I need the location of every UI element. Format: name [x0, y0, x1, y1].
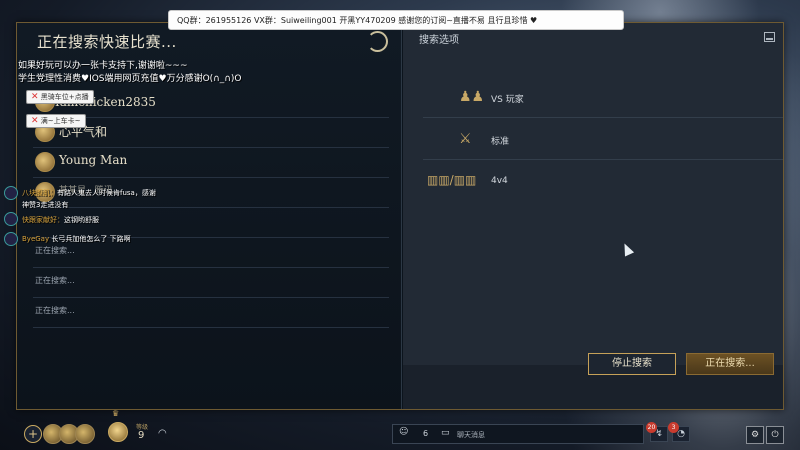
search-title: 正在搜索快速比赛... — [37, 33, 177, 51]
friends-icon[interactable]: ☺ — [399, 427, 408, 437]
stream-banner: QQ群：261955126 VX群：Suiweiling001 开黑YY4702… — [168, 10, 624, 30]
close-icon: ✕ — [31, 92, 39, 102]
option-opponent: ♟♟ VS 玩家 — [423, 79, 783, 118]
minimize-icon[interactable] — [764, 32, 775, 42]
chat-message: 快跟家献好：这钢哟舒服 — [22, 216, 99, 224]
loading-spinner-icon — [367, 31, 388, 52]
option-mode: ⚔ 标准 — [423, 121, 783, 160]
chat-avatar — [4, 212, 18, 226]
settings-button[interactable]: ⚙ — [746, 426, 764, 444]
option-label: VS 玩家 — [491, 95, 524, 105]
message-badge: 3 — [668, 422, 679, 433]
crossed-swords-icon: ⚔ — [459, 131, 472, 147]
chat-message: 神赞3走进没有 — [22, 201, 69, 209]
players-icon: ♟♟ — [459, 89, 485, 105]
chat-message: ByeGay 长弓兵加他怎么了 下路啊 — [22, 235, 131, 243]
chat-avatar — [4, 232, 18, 246]
search-options-panel: 搜索选项 ♟♟ VS 玩家 ⚔ 标准 ▥▥/▥▥ 4v4 — [403, 23, 783, 366]
party-avatar[interactable] — [75, 424, 95, 444]
notification-badge: 20 — [646, 422, 657, 433]
chat-avatar — [4, 186, 18, 200]
close-icon: ✕ — [31, 116, 39, 126]
crown-icon: ♛ — [112, 409, 120, 418]
searching-button[interactable]: 正在搜索... — [686, 353, 774, 375]
level-value: 9 — [138, 430, 145, 441]
player-name: Young Man — [59, 153, 128, 167]
overlay-thanks-line: 如果好玩可以办一张卡支持下,谢谢啦~~~ — [18, 61, 188, 71]
searching-label: 正在搜索... — [35, 276, 75, 285]
team-icon: ▥▥/▥▥ — [427, 173, 477, 187]
searching-slot: 正在搜索... — [33, 297, 389, 328]
friends-count: 6 — [423, 429, 429, 438]
searching-label: 正在搜索... — [35, 246, 75, 255]
overlay-tag: ✕ 黑骑车位+点播 — [26, 90, 94, 104]
option-team-size: ▥▥/▥▥ 4v4 — [423, 163, 783, 201]
overlay-tag: ✕ 满~上车卡~ — [26, 114, 86, 128]
connection-icon: ◠ — [158, 428, 167, 439]
search-options-title: 搜索选项 — [419, 35, 459, 46]
social-bar[interactable]: ☺ 6 ▭ 聊天消息 — [392, 424, 644, 444]
player-avatar — [35, 152, 55, 172]
option-label: 标准 — [491, 137, 510, 147]
chat-input[interactable]: 聊天消息 — [457, 430, 485, 440]
option-label: 4v4 — [491, 176, 508, 186]
searching-slot: 正在搜索... — [33, 267, 389, 298]
searching-label: 正在搜索... — [35, 306, 75, 315]
power-button[interactable]: ⏻ — [766, 426, 784, 444]
player-portrait[interactable] — [108, 422, 128, 442]
overlay-thanks-line: 学生党理性消费♥IOS端用网页充值♥万分感谢O(∩_∩)O — [18, 74, 242, 84]
chat-icon[interactable]: ▭ — [441, 428, 450, 438]
player-slot: 心平气和 — [33, 117, 389, 148]
chat-message: 八块腹肌：有路人鬼去人时候肯fusa，感谢 — [22, 189, 156, 197]
add-party-member-button[interactable]: + — [24, 425, 42, 443]
player-slot: Young Man — [33, 147, 389, 178]
stop-search-button[interactable]: 停止搜索 — [588, 353, 676, 375]
